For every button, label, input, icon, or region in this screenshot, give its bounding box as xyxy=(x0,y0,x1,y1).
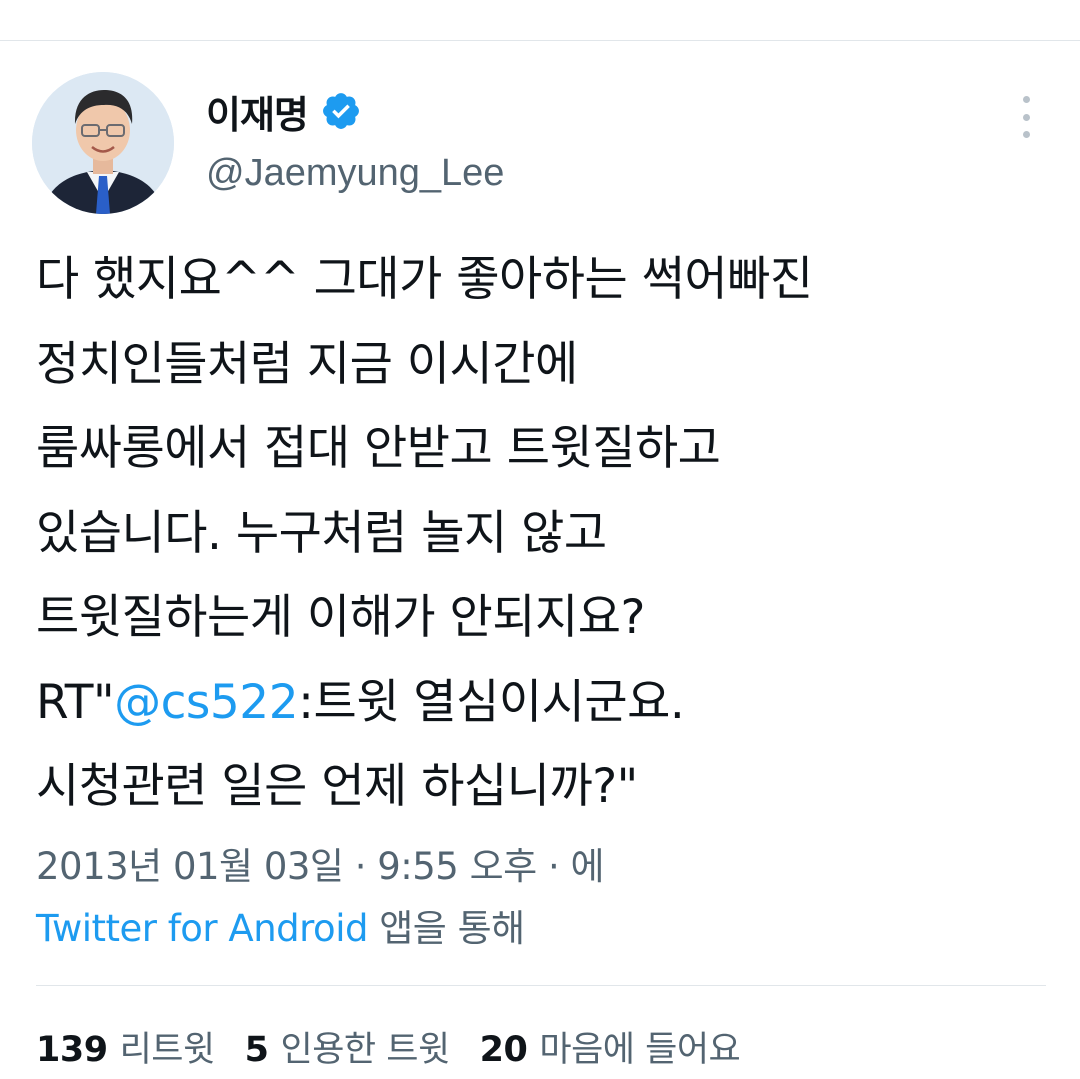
likes-stat[interactable]: 20 마음에 들어요 xyxy=(480,1021,741,1072)
user-handle[interactable]: @Jaemyung_Lee xyxy=(206,152,504,195)
rt-text: :트윗 열심이시군요. xyxy=(298,674,685,730)
quotes-stat[interactable]: 5 인용한 트윗 xyxy=(244,1021,451,1072)
tweet-line: 있습니다. 누구처럼 놀지 않고 xyxy=(36,505,607,561)
tweet-text: 다 했지요^^ 그대가 좋아하는 썩어빠진 정치인들처럼 지금 이시간에 룸싸롱… xyxy=(36,238,1066,830)
mention-link[interactable]: @cs522 xyxy=(114,675,299,730)
source-suffix: 앱을 통해 xyxy=(367,907,525,950)
tweet-line: 시청관련 일은 언제 하십니까?" xyxy=(36,759,638,814)
source-link[interactable]: Twitter for Android xyxy=(36,907,368,950)
retweets-count: 139 xyxy=(36,1029,108,1070)
top-divider xyxy=(0,40,1080,41)
rt-prefix: RT" xyxy=(36,674,115,730)
display-name[interactable]: 이재명 xyxy=(206,84,309,139)
engagement-stats: 139 리트윗 5 인용한 트윗 20 마음에 들어요 xyxy=(36,1018,770,1074)
tweet-line: 룸싸롱에서 접대 안받고 트윗질하고 xyxy=(36,421,721,476)
name-row: 이재명 xyxy=(206,84,362,139)
tweet-line: 트윗질하는게 이해가 안되지요? xyxy=(36,590,645,645)
tweet-line: 다 했지요^^ 그대가 좋아하는 썩어빠진 xyxy=(36,252,813,307)
tweet-meta: 2013년 01월 03일 · 9:55 오후 · 에 Twitter for … xyxy=(36,836,1046,960)
avatar[interactable] xyxy=(32,72,174,214)
retweets-label: 리트윗 xyxy=(119,1029,216,1070)
verified-badge-icon xyxy=(320,90,362,132)
likes-label: 마음에 들어요 xyxy=(539,1029,741,1070)
timestamp[interactable]: 2013년 01월 03일 · 9:55 오후 · 에 xyxy=(36,836,1046,898)
source-row: Twitter for Android 앱을 통해 xyxy=(36,898,1046,960)
retweets-stat[interactable]: 139 리트윗 xyxy=(36,1021,215,1072)
tweet-line: 정치인들처럼 지금 이시간에 xyxy=(36,336,578,392)
likes-count: 20 xyxy=(479,1029,528,1070)
stats-divider xyxy=(36,985,1046,986)
tweet-detail-view: 이재명 @Jaemyung_Lee 다 했지요^^ 그대가 좋아하는 썩어빠진 … xyxy=(0,0,1080,1079)
quotes-count: 5 xyxy=(244,1029,269,1070)
more-options-icon[interactable] xyxy=(1012,94,1040,140)
quotes-label: 인용한 트윗 xyxy=(280,1029,451,1070)
tweet-rt-line: RT"@cs522:트윗 열심이시군요. xyxy=(36,661,1066,746)
